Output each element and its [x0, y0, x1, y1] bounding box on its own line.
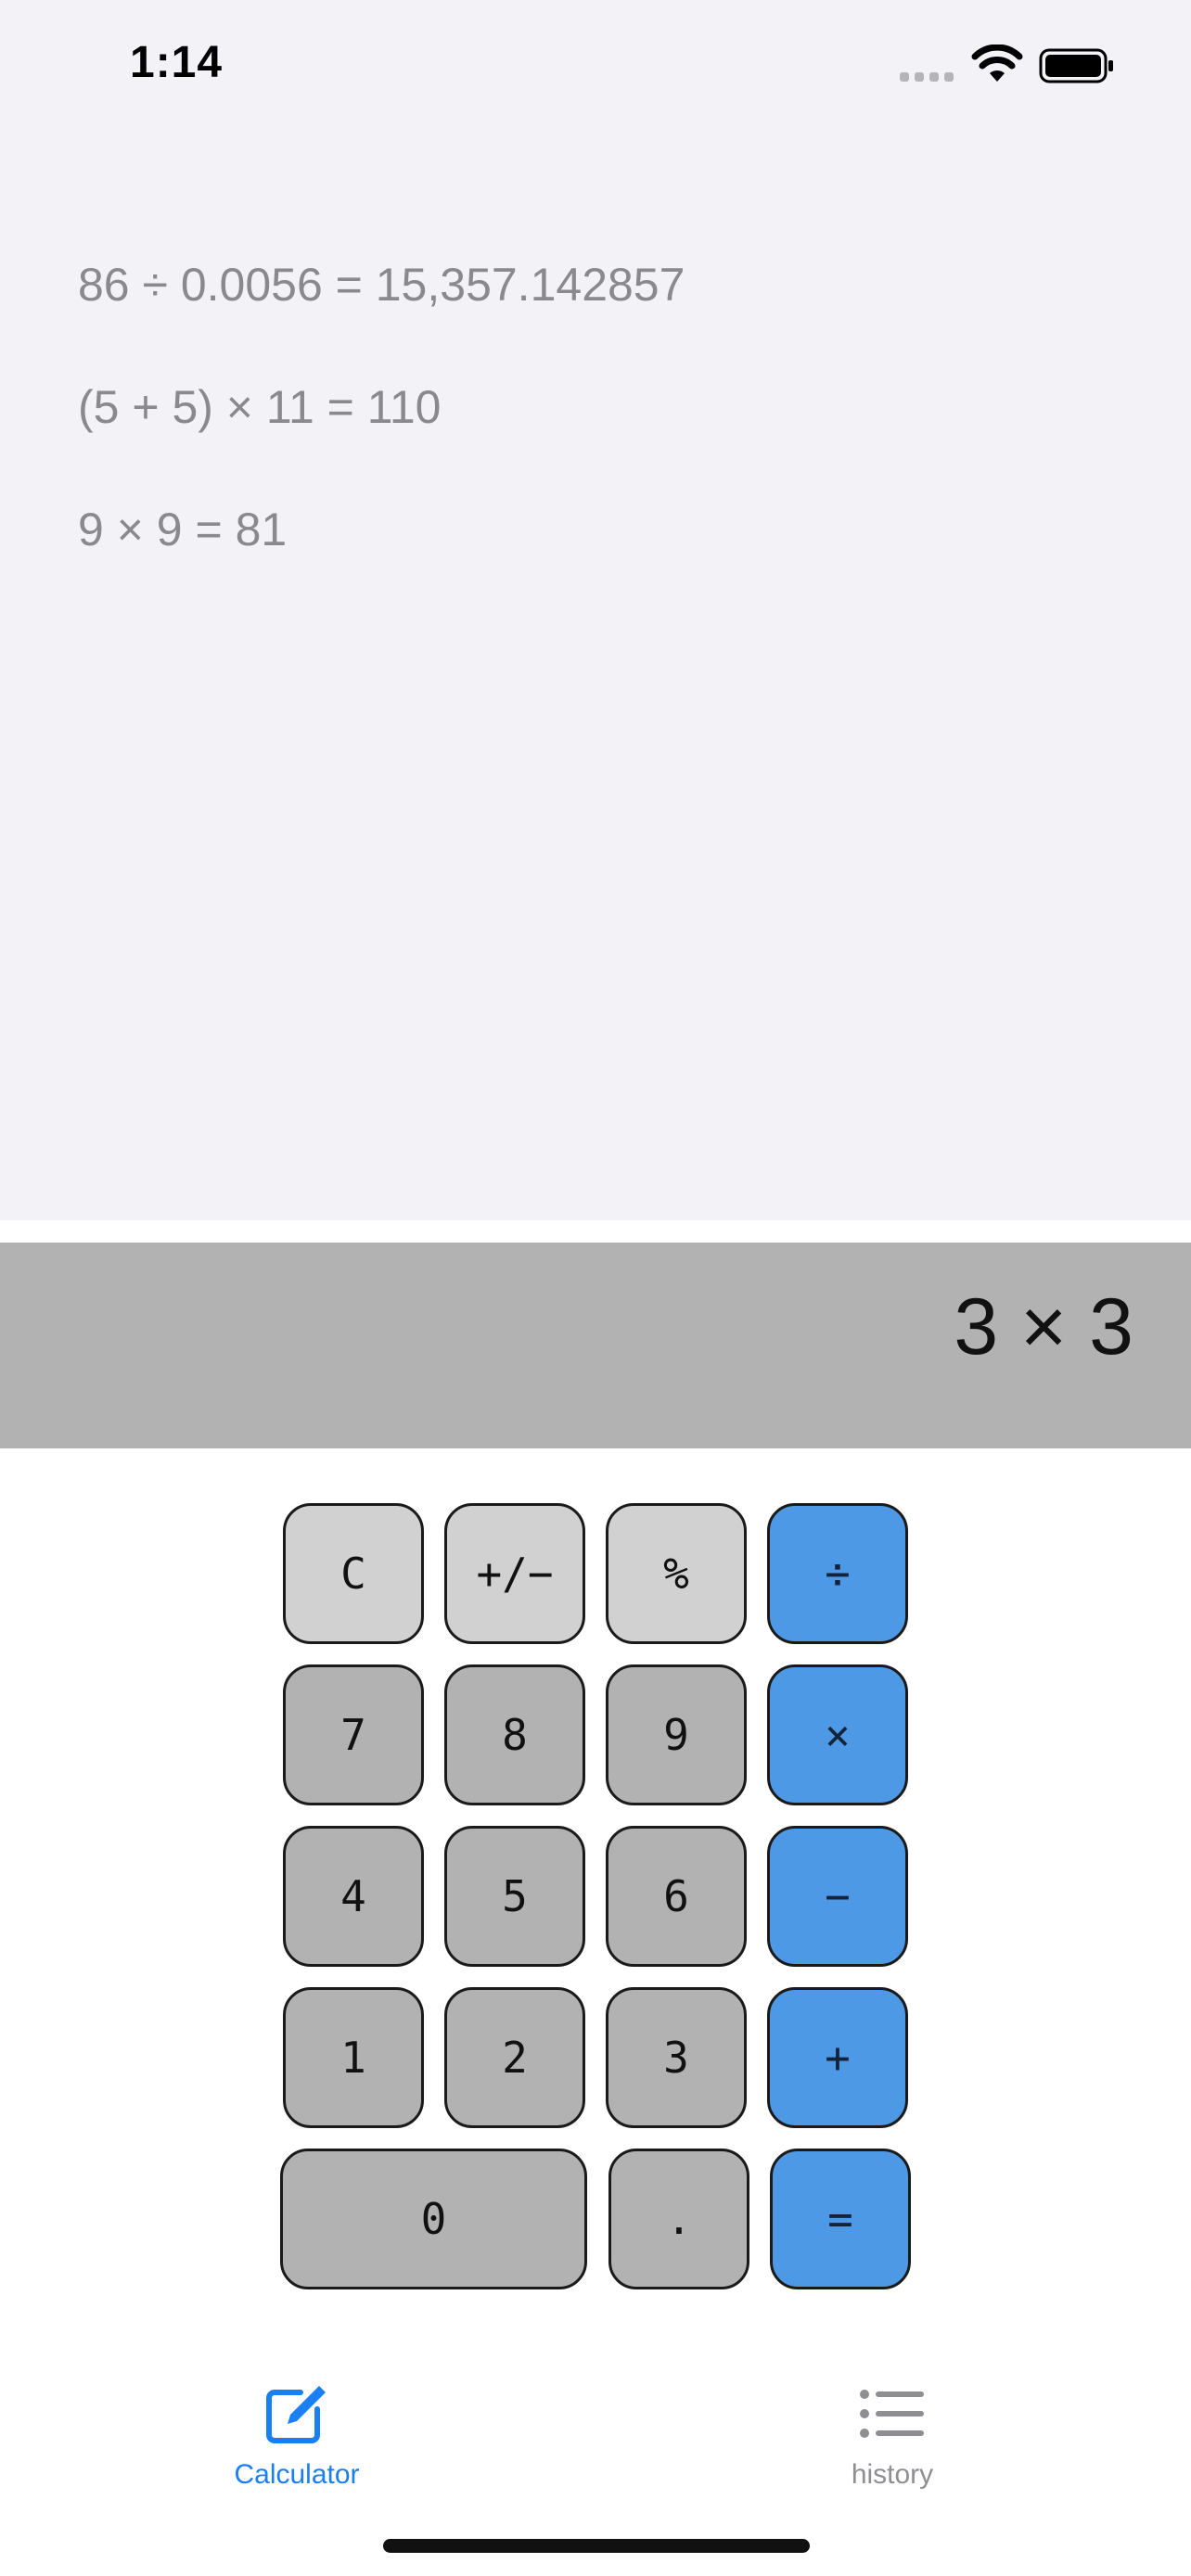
- percent-button[interactable]: %: [606, 1503, 747, 1644]
- digit-6-button[interactable]: 6: [606, 1826, 747, 1967]
- digit-2-button[interactable]: 2: [444, 1987, 585, 2128]
- history-entry: (5 + 5) × 11 = 110: [78, 381, 442, 433]
- sign-toggle-button[interactable]: +/−: [444, 1503, 585, 1644]
- subtract-button[interactable]: −: [767, 1826, 908, 1967]
- clear-button[interactable]: C: [283, 1503, 424, 1644]
- equals-button[interactable]: =: [770, 2149, 911, 2289]
- calculator-display: 3 × 3: [0, 1243, 1191, 1448]
- tab-label-history: history: [851, 2459, 934, 2490]
- digit-0-button[interactable]: 0: [280, 2149, 587, 2289]
- list-icon: [860, 2390, 924, 2438]
- tab-history[interactable]: history: [753, 2355, 1031, 2513]
- digit-1-button[interactable]: 1: [283, 1987, 424, 2128]
- history-entry: 86 ÷ 0.0056 = 15,357.142857: [78, 259, 685, 311]
- decimal-button[interactable]: .: [608, 2149, 749, 2289]
- digit-7-button[interactable]: 7: [283, 1664, 424, 1805]
- tab-label-calculator: Calculator: [234, 2459, 360, 2490]
- add-button[interactable]: +: [767, 1987, 908, 2128]
- home-indicator[interactable]: [383, 2539, 810, 2553]
- tab-calculator[interactable]: Calculator: [158, 2355, 436, 2513]
- status-time: 1:14: [130, 38, 224, 87]
- digit-8-button[interactable]: 8: [444, 1664, 585, 1805]
- digit-5-button[interactable]: 5: [444, 1826, 585, 1967]
- current-expression: 3 × 3: [954, 1282, 1133, 1371]
- compose-icon: [266, 2386, 326, 2443]
- history-panel: 86 ÷ 0.0056 = 15,357.142857 (5 + 5) × 11…: [0, 139, 1191, 1220]
- history-entry: 9 × 9 = 81: [78, 504, 288, 555]
- multiply-button[interactable]: ×: [767, 1664, 908, 1805]
- digit-4-button[interactable]: 4: [283, 1826, 424, 1967]
- battery-icon: [1039, 48, 1113, 83]
- wifi-icon: [971, 45, 1023, 82]
- digit-3-button[interactable]: 3: [606, 1987, 747, 2128]
- status-bar: 1:14: [0, 0, 1191, 139]
- digit-9-button[interactable]: 9: [606, 1664, 747, 1805]
- divide-button[interactable]: ÷: [767, 1503, 908, 1644]
- cellular-signal-icon: [900, 72, 955, 82]
